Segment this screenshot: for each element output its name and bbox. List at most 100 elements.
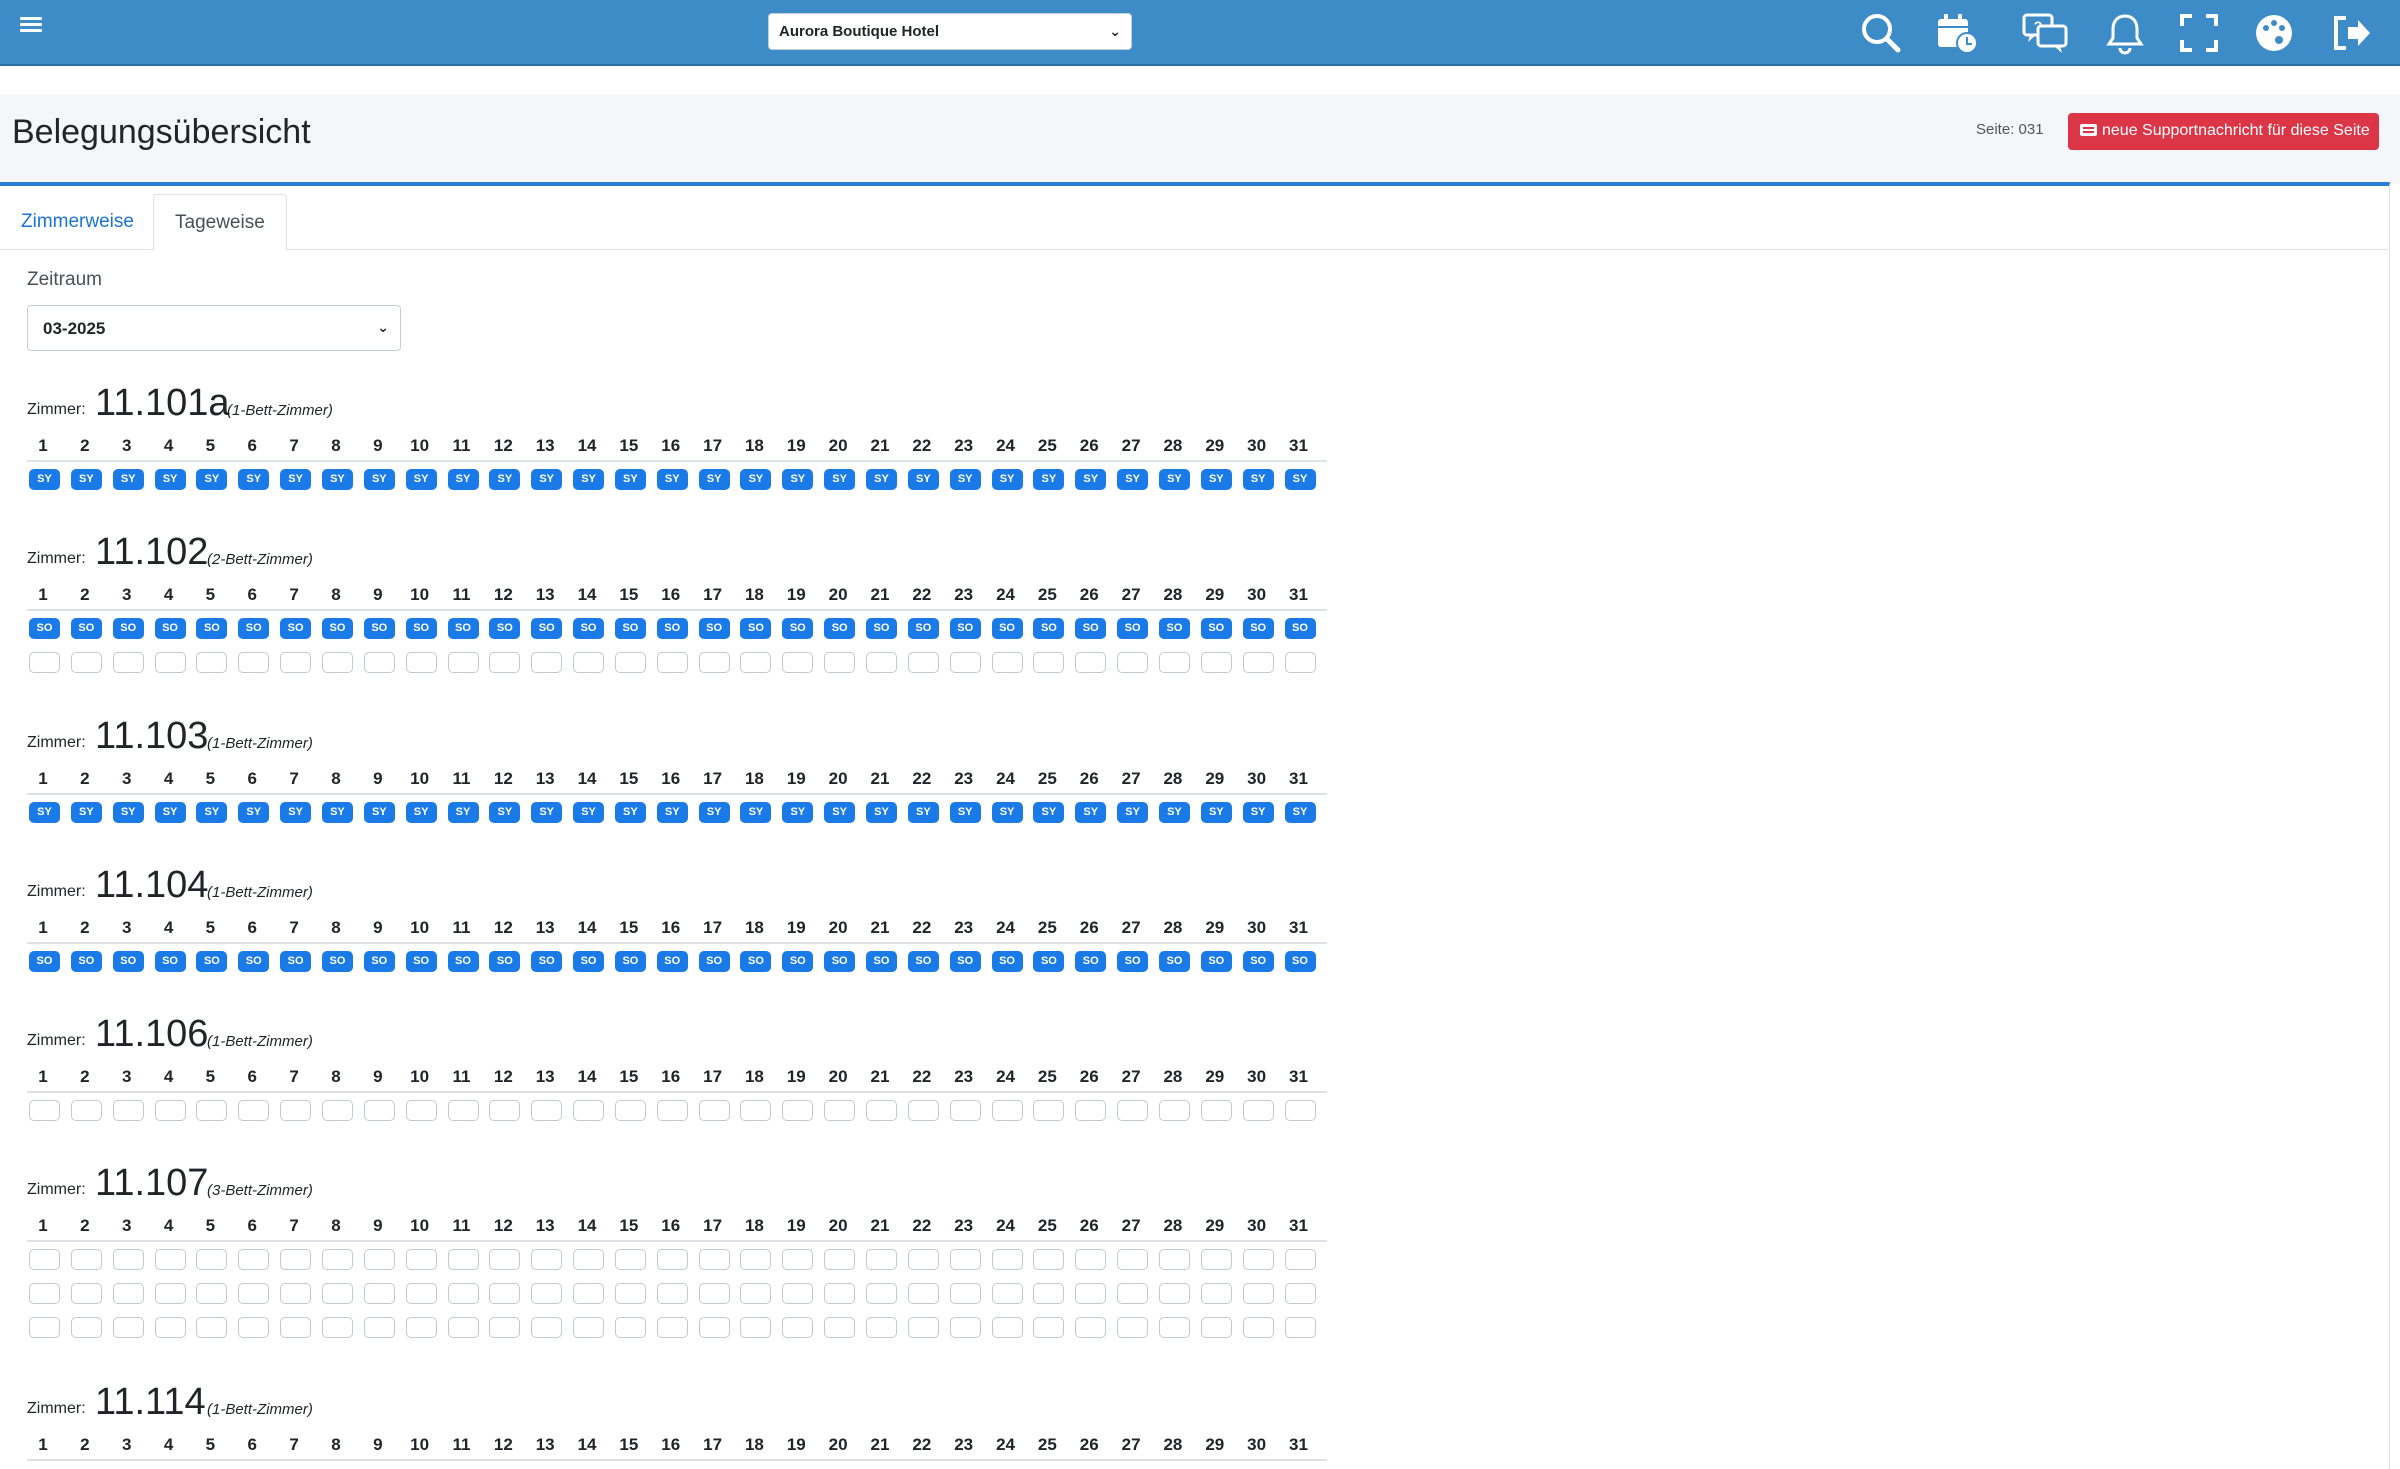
free-slot[interactable] — [573, 652, 605, 673]
occupancy-badge[interactable]: SY — [698, 469, 730, 490]
occupancy-badge[interactable]: SY — [1117, 469, 1149, 490]
occupancy-badge[interactable]: SO — [614, 618, 646, 639]
occupancy-badge[interactable]: SY — [154, 469, 186, 490]
occupancy-badge[interactable]: SO — [70, 951, 102, 972]
occupancy-badge[interactable]: SO — [531, 618, 563, 639]
free-slot[interactable] — [363, 1100, 395, 1121]
free-slot[interactable] — [1033, 652, 1065, 673]
free-slot[interactable] — [782, 1249, 814, 1270]
occupancy-badge[interactable]: SO — [1117, 951, 1149, 972]
free-slot[interactable] — [907, 652, 939, 673]
occupancy-badge[interactable]: SO — [531, 951, 563, 972]
free-slot[interactable] — [1284, 1100, 1316, 1121]
free-slot[interactable] — [698, 1283, 730, 1304]
occupancy-badge[interactable]: SY — [656, 469, 688, 490]
occupancy-badge[interactable]: SO — [824, 618, 856, 639]
occupancy-badge[interactable]: SY — [740, 802, 772, 823]
occupancy-badge[interactable]: SO — [280, 951, 312, 972]
free-slot[interactable] — [238, 1283, 270, 1304]
occupancy-badge[interactable]: SO — [405, 618, 437, 639]
free-slot[interactable] — [1242, 1283, 1274, 1304]
free-slot[interactable] — [991, 1283, 1023, 1304]
free-slot[interactable] — [1033, 1100, 1065, 1121]
free-slot[interactable] — [824, 1283, 856, 1304]
free-slot[interactable] — [405, 652, 437, 673]
free-slot[interactable] — [614, 652, 646, 673]
tab-tageweise[interactable]: Tageweise — [153, 194, 287, 251]
free-slot[interactable] — [363, 1249, 395, 1270]
free-slot[interactable] — [112, 652, 144, 673]
free-slot[interactable] — [196, 1249, 228, 1270]
free-slot[interactable] — [112, 1100, 144, 1121]
occupancy-badge[interactable]: SO — [1033, 618, 1065, 639]
free-slot[interactable] — [1158, 1283, 1190, 1304]
free-slot[interactable] — [531, 1283, 563, 1304]
occupancy-badge[interactable]: SO — [907, 951, 939, 972]
occupancy-badge[interactable]: SO — [196, 951, 228, 972]
free-slot[interactable] — [1158, 652, 1190, 673]
free-slot[interactable] — [573, 1249, 605, 1270]
occupancy-badge[interactable]: SO — [949, 951, 981, 972]
occupancy-badge[interactable]: SY — [866, 802, 897, 823]
free-slot[interactable] — [1284, 1249, 1316, 1270]
occupancy-badge[interactable]: SO — [656, 618, 688, 639]
occupancy-badge[interactable]: SO — [656, 951, 688, 972]
occupancy-badge[interactable]: SY — [1117, 802, 1149, 823]
occupancy-badge[interactable]: SO — [1033, 951, 1065, 972]
free-slot[interactable] — [70, 1249, 102, 1270]
occupancy-badge[interactable]: SO — [991, 618, 1023, 639]
occupancy-badge[interactable]: SY — [824, 802, 856, 823]
occupancy-badge[interactable]: SY — [531, 469, 563, 490]
occupancy-badge[interactable]: SO — [1158, 618, 1190, 639]
free-slot[interactable] — [782, 1317, 814, 1338]
free-slot[interactable] — [740, 1100, 772, 1121]
logout-icon[interactable] — [2328, 10, 2374, 56]
occupancy-badge[interactable]: SO — [238, 951, 270, 972]
free-slot[interactable] — [321, 1249, 353, 1270]
free-slot[interactable] — [531, 1100, 563, 1121]
occupancy-badge[interactable]: SO — [112, 951, 144, 972]
free-slot[interactable] — [1075, 1100, 1107, 1121]
free-slot[interactable] — [280, 652, 312, 673]
free-slot[interactable] — [531, 652, 563, 673]
occupancy-badge[interactable]: SY — [1284, 469, 1316, 490]
occupancy-badge[interactable]: SY — [1075, 802, 1107, 823]
free-slot[interactable] — [991, 1317, 1023, 1338]
occupancy-badge[interactable]: SY — [573, 469, 605, 490]
free-slot[interactable] — [154, 652, 186, 673]
occupancy-badge[interactable]: SY — [321, 469, 353, 490]
occupancy-badge[interactable]: SY — [991, 469, 1023, 490]
free-slot[interactable] — [1117, 1317, 1149, 1338]
free-slot[interactable] — [740, 1317, 772, 1338]
free-slot[interactable] — [154, 1317, 186, 1338]
bell-icon[interactable] — [2102, 10, 2148, 56]
occupancy-badge[interactable]: SY — [698, 802, 730, 823]
free-slot[interactable] — [363, 1283, 395, 1304]
occupancy-badge[interactable]: SO — [154, 618, 186, 639]
occupancy-badge[interactable]: SY — [321, 802, 353, 823]
occupancy-badge[interactable]: SO — [782, 618, 814, 639]
occupancy-badge[interactable]: SO — [1284, 618, 1316, 639]
occupancy-badge[interactable]: SO — [238, 618, 270, 639]
occupancy-badge[interactable]: SO — [70, 618, 102, 639]
free-slot[interactable] — [949, 1283, 981, 1304]
occupancy-badge[interactable]: SY — [614, 802, 646, 823]
free-slot[interactable] — [656, 1283, 688, 1304]
free-slot[interactable] — [614, 1317, 646, 1338]
occupancy-badge[interactable]: SY — [1158, 802, 1190, 823]
occupancy-badge[interactable]: SY — [280, 802, 312, 823]
occupancy-badge[interactable]: SY — [1200, 802, 1232, 823]
occupancy-badge[interactable]: SY — [280, 469, 312, 490]
occupancy-badge[interactable]: SY — [1158, 469, 1190, 490]
free-slot[interactable] — [1075, 1249, 1107, 1270]
free-slot[interactable] — [991, 1249, 1023, 1270]
free-slot[interactable] — [1284, 1317, 1316, 1338]
free-slot[interactable] — [949, 1249, 981, 1270]
free-slot[interactable] — [280, 1249, 312, 1270]
free-slot[interactable] — [824, 1249, 856, 1270]
free-slot[interactable] — [238, 1249, 270, 1270]
free-slot[interactable] — [280, 1283, 312, 1304]
free-slot[interactable] — [866, 1249, 897, 1270]
free-slot[interactable] — [1033, 1317, 1065, 1338]
occupancy-badge[interactable]: SY — [489, 802, 521, 823]
